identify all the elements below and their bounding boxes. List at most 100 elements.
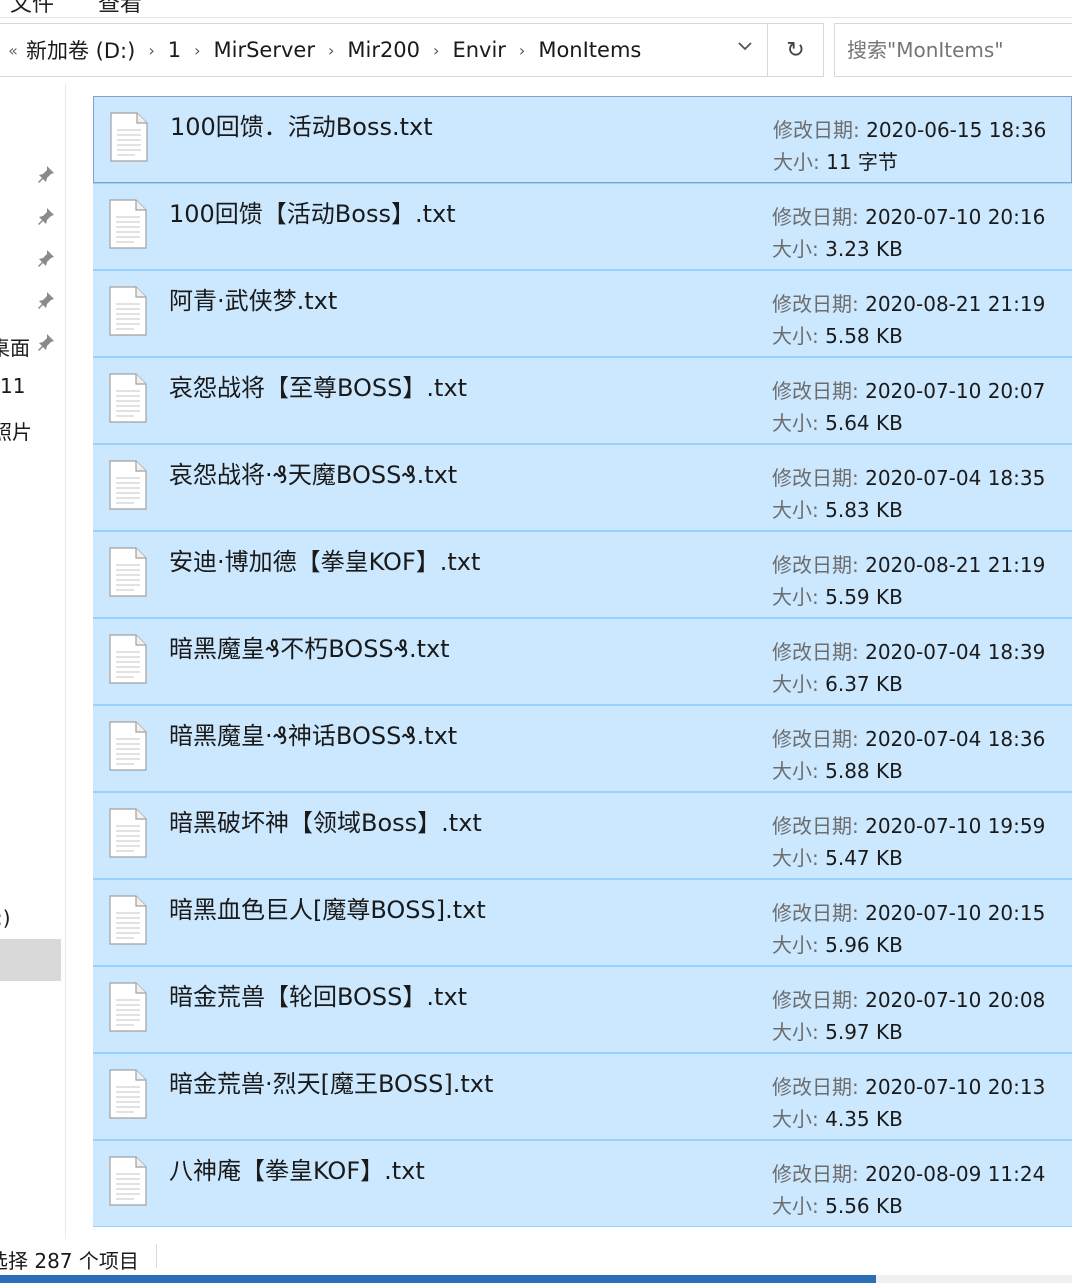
file-name[interactable]: 暗黑魔皇₰不朽BOSS₰.txt (169, 629, 450, 664)
file-row[interactable]: 100回馈【活动Boss】.txt 修改日期: 2020-07-10 20:16 大… (93, 183, 1072, 270)
file-modified: 修改日期: 2020-08-21 21:19 (772, 288, 1045, 317)
modified-label: 修改日期: (772, 1162, 859, 1186)
size-label: 大小: (772, 933, 819, 957)
modified-value: 2020-07-04 18:36 (865, 727, 1046, 751)
nav-item-selected[interactable] (0, 939, 61, 981)
text-file-icon (110, 112, 148, 162)
pin-icon[interactable] (36, 332, 56, 352)
modified-label: 修改日期: (773, 118, 860, 142)
file-size: 大小: 5.58 KB (772, 320, 903, 349)
modified-value: 2020-07-04 18:35 (865, 466, 1046, 490)
file-modified: 修改日期: 2020-08-09 11:24 (772, 1158, 1045, 1187)
address-bar[interactable]: « 新加卷 (D:) › 1 › MirServer › Mir200 › En… (0, 23, 768, 77)
file-modified: 修改日期: 2020-07-10 20:13 (772, 1071, 1045, 1100)
size-label: 大小: (772, 1194, 819, 1218)
file-name[interactable]: 暗黑破坏神【领域Boss】.txt (169, 803, 482, 838)
nav-item-desktop[interactable]: 桌面 (0, 332, 30, 361)
file-row[interactable]: 100回馈．活动Boss.txt 修改日期: 2020-06-15 18:36 大小… (93, 96, 1072, 183)
file-size: 大小: 4.35 KB (772, 1103, 903, 1132)
file-size: 大小: 6.37 KB (772, 668, 903, 697)
breadcrumb-separator-icon[interactable]: › (181, 41, 213, 60)
file-row[interactable]: 暗黑魔皇·₰神话BOSS₰.txt 修改日期: 2020-07-04 18:36 大… (93, 705, 1072, 792)
file-row[interactable]: 安迪·博加德【拳皇KOF】.txt 修改日期: 2020-08-21 21:19 大… (93, 531, 1072, 618)
size-label: 大小: (772, 1020, 819, 1044)
modified-label: 修改日期: (772, 640, 859, 664)
size-label: 大小: (772, 324, 819, 348)
size-label: 大小: (772, 846, 819, 870)
file-name[interactable]: 暗黑血色巨人[魔尊BOSS].txt (169, 890, 486, 925)
modified-label: 修改日期: (772, 292, 859, 316)
size-label: 大小: (772, 672, 819, 696)
text-file-icon (109, 634, 147, 684)
file-row[interactable]: 八神庵【拳皇KOF】.txt 修改日期: 2020-08-09 11:24 大小: … (93, 1140, 1072, 1227)
breadcrumb-separator-icon[interactable]: › (506, 41, 538, 60)
search-input[interactable] (834, 23, 1072, 77)
file-row[interactable]: 哀怨战将·₰天魔BOSS₰.txt 修改日期: 2020-07-04 18:35 大… (93, 444, 1072, 531)
file-size: 大小: 5.47 KB (772, 842, 903, 871)
pin-icon[interactable] (36, 206, 56, 226)
modified-value: 2020-07-10 20:13 (865, 1075, 1046, 1099)
modified-label: 修改日期: (772, 553, 859, 577)
file-modified: 修改日期: 2020-07-04 18:35 (772, 462, 1045, 491)
nav-item-drive[interactable]: :) (0, 906, 11, 930)
file-list: 100回馈．活动Boss.txt 修改日期: 2020-06-15 18:36 大小… (93, 96, 1072, 1239)
tab-file[interactable]: 文件 (10, 0, 54, 17)
size-value: 5.97 KB (825, 1020, 903, 1044)
size-label: 大小: (772, 498, 819, 522)
refresh-button[interactable]: ↻ (768, 23, 824, 77)
breadcrumb-monitems[interactable]: MonItems (538, 38, 641, 62)
file-row[interactable]: 哀怨战将【至尊BOSS】.txt 修改日期: 2020-07-10 20:07 大小… (93, 357, 1072, 444)
file-modified: 修改日期: 2020-07-10 19:59 (772, 810, 1045, 839)
file-row[interactable]: 暗金荒兽·烈天[魔王BOSS].txt 修改日期: 2020-07-10 20:1… (93, 1053, 1072, 1140)
text-file-icon (109, 808, 147, 858)
text-file-icon (109, 1069, 147, 1119)
nav-item-11[interactable]: 11 (0, 374, 25, 398)
file-size: 大小: 11 字节 (773, 146, 898, 175)
file-name[interactable]: 暗金荒兽·烈天[魔王BOSS].txt (169, 1064, 493, 1099)
file-row[interactable]: 暗黑魔皇₰不朽BOSS₰.txt 修改日期: 2020-07-04 18:39 大小… (93, 618, 1072, 705)
pin-icon[interactable] (36, 248, 56, 268)
size-value: 11 字节 (826, 150, 898, 174)
file-row[interactable]: 阿青·武侠梦.txt 修改日期: 2020-08-21 21:19 大小: 5.58… (93, 270, 1072, 357)
breadcrumb-separator-icon[interactable]: › (315, 41, 347, 60)
overflow-chevron-icon[interactable]: « (0, 41, 26, 60)
file-name[interactable]: 100回馈【活动Boss】.txt (169, 194, 456, 229)
pin-icon[interactable] (36, 290, 56, 310)
status-divider (156, 1244, 157, 1268)
file-name[interactable]: 哀怨战将·₰天魔BOSS₰.txt (169, 455, 457, 490)
text-file-icon (109, 895, 147, 945)
modified-label: 修改日期: (772, 379, 859, 403)
tab-view[interactable]: 查看 (98, 0, 142, 17)
file-name[interactable]: 阿青·武侠梦.txt (169, 281, 337, 316)
file-name[interactable]: 暗黑魔皇·₰神话BOSS₰.txt (169, 716, 457, 751)
modified-label: 修改日期: (772, 466, 859, 490)
file-row[interactable]: 暗黑破坏神【领域Boss】.txt 修改日期: 2020-07-10 19:59 大… (93, 792, 1072, 879)
breadcrumb-mir200[interactable]: Mir200 (347, 38, 420, 62)
breadcrumb-separator-icon[interactable]: › (135, 41, 167, 60)
file-name[interactable]: 100回馈．活动Boss.txt (170, 107, 433, 142)
file-row[interactable]: 暗黑血色巨人[魔尊BOSS].txt 修改日期: 2020-07-10 20:15… (93, 879, 1072, 966)
text-file-icon (109, 982, 147, 1032)
file-name[interactable]: 暗金荒兽【轮回BOSS】.txt (169, 977, 467, 1012)
file-row[interactable]: 暗金荒兽【轮回BOSS】.txt 修改日期: 2020-07-10 20:08 大小… (93, 966, 1072, 1053)
modified-value: 2020-07-10 20:16 (865, 205, 1046, 229)
size-value: 5.83 KB (825, 498, 903, 522)
size-label: 大小: (772, 411, 819, 435)
nav-item-photos[interactable]: 照片 (0, 416, 32, 445)
modified-label: 修改日期: (772, 814, 859, 838)
file-name[interactable]: 八神庵【拳皇KOF】.txt (169, 1151, 425, 1186)
size-label: 大小: (772, 237, 819, 261)
pin-icon[interactable] (36, 164, 56, 184)
file-modified: 修改日期: 2020-07-10 20:15 (772, 897, 1045, 926)
breadcrumb-envir[interactable]: Envir (452, 38, 505, 62)
file-name[interactable]: 安迪·博加德【拳皇KOF】.txt (169, 542, 480, 577)
chevron-down-icon[interactable] (737, 38, 753, 59)
breadcrumb-separator-icon[interactable]: › (420, 41, 452, 60)
breadcrumb-folder-1[interactable]: 1 (168, 38, 181, 62)
size-label: 大小: (773, 150, 820, 174)
breadcrumb-drive[interactable]: 新加卷 (D:) (26, 35, 135, 65)
file-size: 大小: 3.23 KB (772, 233, 903, 262)
file-name[interactable]: 哀怨战将【至尊BOSS】.txt (169, 368, 467, 403)
breadcrumb-mirserver[interactable]: MirServer (214, 38, 315, 62)
size-value: 5.64 KB (825, 411, 903, 435)
